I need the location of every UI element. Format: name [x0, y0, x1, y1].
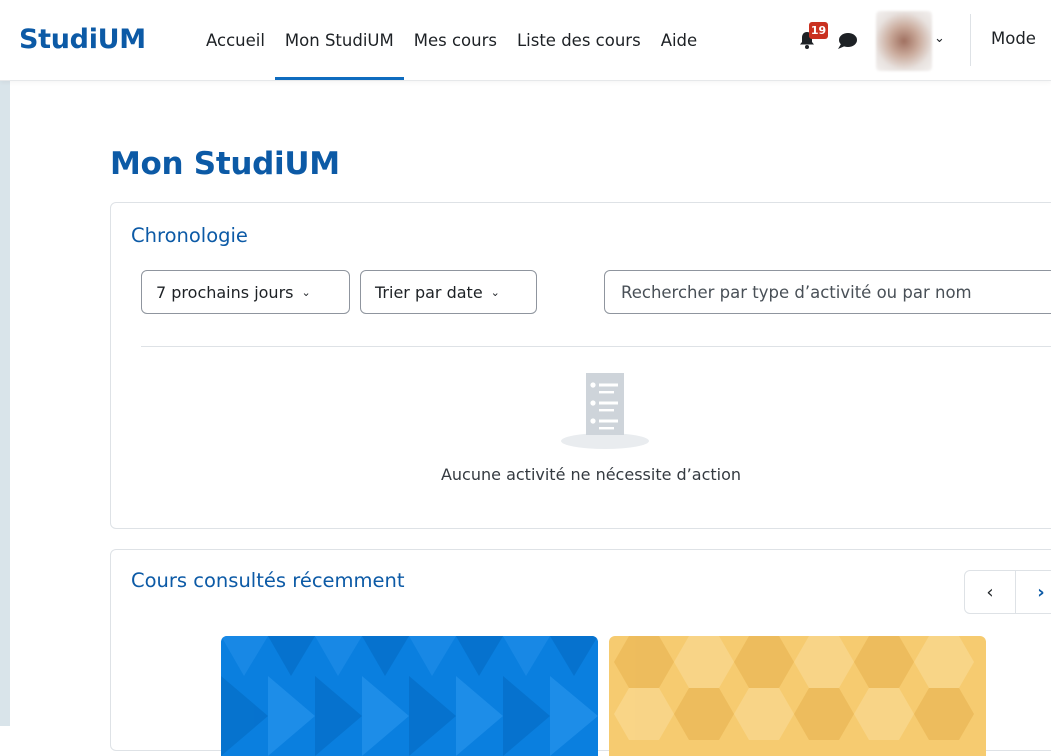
course-card-image[interactable]: [609, 636, 986, 756]
chevron-down-icon[interactable]: ⌄: [934, 31, 945, 46]
page-left-edge: [0, 0, 10, 726]
top-navbar: StudiUM Accueil Mon StudiUM Mes cours Li…: [0, 0, 1051, 81]
page-title: Mon StudiUM: [110, 146, 340, 182]
navbar-divider: [970, 14, 971, 66]
sort-label: Trier par date: [375, 282, 483, 302]
triangle-pattern: [221, 636, 598, 756]
notification-count-badge: 19: [809, 22, 828, 39]
sort-dropdown[interactable]: Trier par date ⌄: [360, 270, 537, 314]
timeline-empty-message: Aucune activité ne nécessite d’action: [440, 465, 742, 484]
activity-search-input[interactable]: [604, 270, 1051, 314]
days-filter-dropdown[interactable]: 7 prochains jours ⌄: [141, 270, 350, 314]
empty-list-icon: [561, 373, 649, 449]
hexagon-pattern: [614, 636, 974, 740]
chat-bubble-icon[interactable]: [836, 31, 858, 51]
nav-item-liste-des-cours[interactable]: Liste des cours: [507, 0, 651, 80]
chevron-down-icon: ⌄: [490, 285, 500, 299]
nav-item-mes-cours[interactable]: Mes cours: [404, 0, 507, 80]
chevron-right-icon[interactable]: ›: [1016, 571, 1051, 613]
course-card-image[interactable]: [221, 636, 598, 756]
recent-courses-title: Cours consultés récemment: [131, 569, 405, 592]
chevron-left-icon[interactable]: ‹: [965, 571, 1016, 613]
timeline-block: Chronologie 7 prochains jours ⌄ Trier pa…: [110, 202, 1051, 529]
nav-item-aide[interactable]: Aide: [651, 0, 708, 80]
nav-item-mon-studium[interactable]: Mon StudiUM: [274, 0, 404, 80]
timeline-divider: [141, 346, 1051, 347]
course-pager: ‹ ›: [964, 570, 1051, 614]
chevron-down-icon: ⌄: [301, 285, 311, 299]
nav-item-accueil[interactable]: Accueil: [196, 0, 275, 80]
recent-courses-block: Cours consultés récemment ‹ ›: [110, 549, 1051, 756]
timeline-title: Chronologie: [131, 224, 248, 247]
user-avatar[interactable]: [876, 11, 932, 71]
days-filter-label: 7 prochains jours: [156, 282, 294, 302]
primary-navigation: Accueil Mon StudiUM Mes cours Liste des …: [196, 0, 707, 80]
brand-logo[interactable]: StudiUM: [19, 24, 146, 55]
edit-mode-label[interactable]: Mode: [991, 29, 1036, 48]
